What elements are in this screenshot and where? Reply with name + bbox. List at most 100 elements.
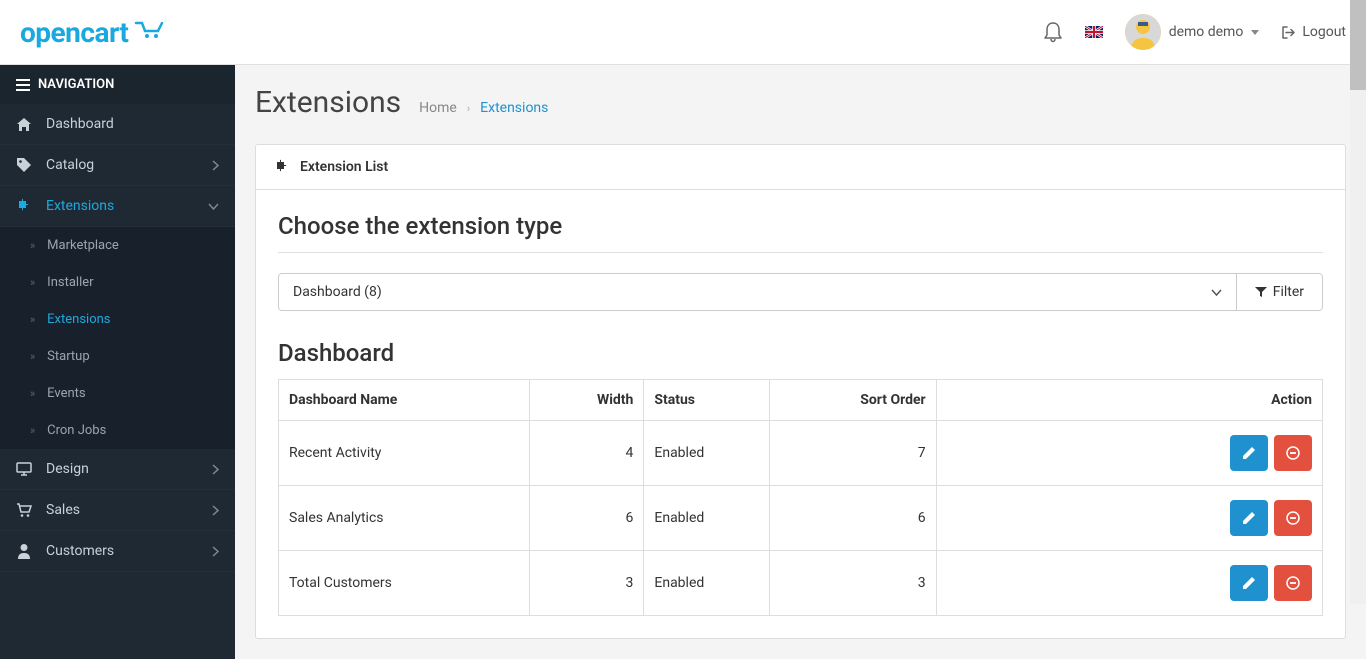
chevrons-icon: »: [30, 313, 35, 326]
filter-label: Filter: [1273, 284, 1304, 300]
breadcrumb: Home › Extensions: [419, 100, 548, 116]
minus-circle-icon: [1286, 511, 1300, 525]
divider: [278, 252, 1323, 253]
user-menu[interactable]: demo demo: [1125, 14, 1260, 50]
page-head: Extensions Home › Extensions: [255, 85, 1346, 120]
sub-label: Marketplace: [47, 238, 119, 253]
chevron-right-icon: ›: [467, 102, 470, 115]
header: opencart demo demo Logout: [0, 0, 1366, 65]
chevrons-icon: »: [30, 350, 35, 363]
panel-header: Extension List: [256, 145, 1345, 190]
uninstall-button[interactable]: [1274, 565, 1312, 601]
cell-action: [936, 551, 1322, 616]
sub-label: Events: [47, 386, 85, 401]
sidebar-item-dashboard[interactable]: Dashboard: [0, 104, 235, 145]
home-icon: [16, 117, 32, 132]
sidebar-item-sales[interactable]: Sales: [0, 490, 235, 531]
chevron-right-icon: [212, 160, 219, 171]
sub-label: Installer: [47, 275, 93, 290]
sub-item-installer[interactable]: » Installer: [0, 264, 235, 301]
puzzle-icon: [274, 159, 290, 175]
logout-label: Logout: [1302, 24, 1346, 40]
cell-action: [936, 486, 1322, 551]
sidebar-item-design[interactable]: Design: [0, 449, 235, 490]
minus-circle-icon: [1286, 576, 1300, 590]
th-width: Width: [529, 380, 644, 421]
sidebar-label: Catalog: [46, 157, 94, 173]
avatar: [1125, 14, 1161, 50]
cell-status: Enabled: [644, 421, 769, 486]
cell-status: Enabled: [644, 486, 769, 551]
sidebar-item-customers[interactable]: Customers: [0, 531, 235, 572]
user-icon: [16, 543, 32, 559]
edit-button[interactable]: [1230, 435, 1268, 471]
cell-status: Enabled: [644, 551, 769, 616]
puzzle-icon: [16, 198, 32, 214]
th-action: Action: [936, 380, 1322, 421]
extension-table: Dashboard Name Width Status Sort Order A…: [278, 379, 1323, 616]
breadcrumb-home[interactable]: Home: [419, 100, 457, 116]
th-name: Dashboard Name: [279, 380, 530, 421]
notifications-icon[interactable]: [1043, 21, 1063, 43]
chevron-down-icon: [1211, 289, 1222, 296]
cell-name: Sales Analytics: [279, 486, 530, 551]
sidebar-label: Sales: [46, 502, 80, 518]
sidebar: NAVIGATION Dashboard Catalog Extensions: [0, 65, 235, 659]
breadcrumb-current[interactable]: Extensions: [480, 100, 548, 116]
monitor-icon: [16, 462, 32, 476]
cell-name: Total Customers: [279, 551, 530, 616]
sidebar-item-catalog[interactable]: Catalog: [0, 145, 235, 186]
uninstall-button[interactable]: [1274, 500, 1312, 536]
chevron-down-icon: [208, 203, 219, 210]
sidebar-item-extensions[interactable]: Extensions: [0, 186, 235, 227]
edit-button[interactable]: [1230, 565, 1268, 601]
panel-title: Extension List: [300, 159, 388, 175]
cell-action: [936, 421, 1322, 486]
filter-button[interactable]: Filter: [1236, 274, 1322, 310]
tag-icon: [16, 157, 32, 173]
th-status: Status: [644, 380, 769, 421]
pencil-icon: [1242, 446, 1256, 460]
logo[interactable]: opencart: [20, 16, 168, 49]
extension-type-select[interactable]: Dashboard (8): [279, 274, 1236, 310]
nav-heading: NAVIGATION: [0, 65, 235, 104]
select-value: Dashboard (8): [293, 284, 382, 300]
chevrons-icon: »: [30, 424, 35, 437]
chevron-right-icon: [212, 546, 219, 557]
th-sort: Sort Order: [769, 380, 936, 421]
sub-label: Startup: [47, 349, 90, 364]
sidebar-label: Dashboard: [46, 116, 114, 132]
caret-down-icon: [1251, 30, 1259, 35]
edit-button[interactable]: [1230, 500, 1268, 536]
filter-icon: [1255, 286, 1267, 298]
sidebar-label: Customers: [46, 543, 114, 559]
page-title: Extensions: [255, 85, 401, 120]
uninstall-button[interactable]: [1274, 435, 1312, 471]
sub-label: Cron Jobs: [47, 423, 106, 438]
language-flag-icon[interactable]: [1085, 26, 1103, 38]
header-right: demo demo Logout: [1043, 14, 1346, 50]
pencil-icon: [1242, 511, 1256, 525]
table-row: Sales Analytics6Enabled6: [279, 486, 1323, 551]
section-dashboard: Dashboard: [278, 339, 1323, 367]
filter-row: Dashboard (8) Filter: [278, 273, 1323, 311]
chevrons-icon: »: [30, 239, 35, 252]
cell-sort: 6: [769, 486, 936, 551]
scrollbar-thumb[interactable]: [1350, 0, 1366, 90]
sub-item-startup[interactable]: » Startup: [0, 338, 235, 375]
logout-icon: [1281, 25, 1296, 40]
sub-item-events[interactable]: » Events: [0, 375, 235, 412]
table-row: Recent Activity4Enabled7: [279, 421, 1323, 486]
section-choose-type: Choose the extension type: [278, 212, 1323, 240]
scrollbar[interactable]: [1350, 0, 1366, 604]
chevron-right-icon: [212, 505, 219, 516]
sub-label: Extensions: [47, 312, 110, 327]
sub-item-marketplace[interactable]: » Marketplace: [0, 227, 235, 264]
minus-circle-icon: [1286, 446, 1300, 460]
sidebar-label: Design: [46, 461, 89, 477]
sub-item-cron-jobs[interactable]: » Cron Jobs: [0, 412, 235, 449]
cart-icon: [134, 21, 168, 39]
sub-item-extensions[interactable]: » Extensions: [0, 301, 235, 338]
logout-button[interactable]: Logout: [1281, 24, 1346, 40]
menu-icon: [16, 79, 30, 91]
